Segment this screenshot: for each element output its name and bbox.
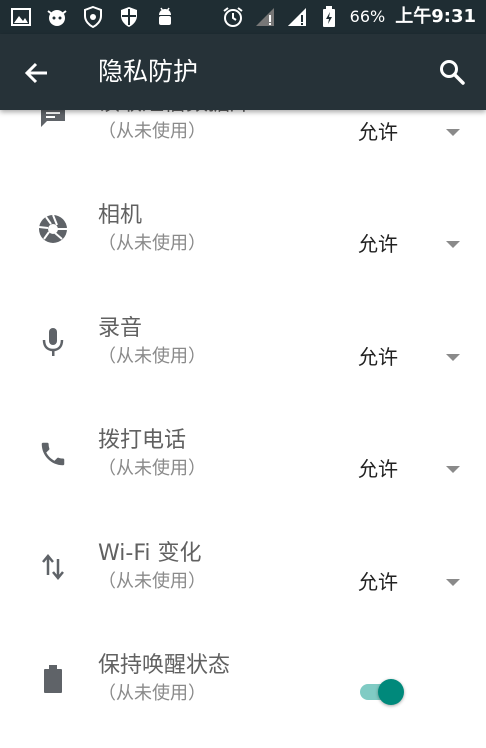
permission-dropdown[interactable]: 允许 [330, 337, 480, 377]
permission-dropdown[interactable]: 允许 [330, 112, 480, 152]
microphone-icon [38, 327, 68, 357]
list-item[interactable]: 拨打电话 （从未使用） 允许 [0, 411, 486, 523]
permission-value: 允许 [358, 570, 398, 594]
toggle-thumb [378, 679, 404, 705]
battery-icon [38, 664, 68, 694]
app-bar: 隐私防护 [0, 34, 486, 110]
permission-usage: （从未使用） [98, 121, 206, 142]
list-item[interactable]: 保持唤醒状态 （从未使用） [0, 636, 486, 748]
list-item[interactable]: 录音 （从未使用） 允许 [0, 299, 486, 411]
back-arrow-icon[interactable] [20, 56, 54, 90]
permission-dropdown[interactable]: 允许 [330, 224, 480, 264]
permission-usage: （从未使用） [98, 346, 206, 367]
permission-value: 允许 [358, 120, 398, 144]
dropdown-arrow-icon [446, 466, 460, 473]
permission-value: 允许 [358, 457, 398, 481]
permission-usage: （从未使用） [98, 233, 206, 254]
dropdown-arrow-icon [446, 579, 460, 586]
permission-dropdown[interactable]: 允许 [330, 562, 480, 602]
permission-dropdown[interactable]: 允许 [330, 449, 480, 489]
keep-awake-toggle[interactable] [356, 676, 410, 710]
permission-value: 允许 [358, 232, 398, 256]
list-item[interactable]: 相机 （从未使用） 允许 [0, 186, 486, 298]
permission-name: Wi-Fi 变化 [98, 541, 202, 566]
permission-usage: （从未使用） [98, 571, 206, 592]
permission-name: 保持唤醒状态 [98, 653, 231, 678]
permission-usage: （从未使用） [98, 458, 206, 479]
page-title: 隐私防护 [98, 57, 199, 86]
permission-name: 录音 [98, 316, 143, 341]
list-item[interactable]: Wi-Fi 变化 （从未使用） 允许 [0, 524, 486, 636]
dropdown-arrow-icon [446, 354, 460, 361]
permission-name: 相机 [98, 203, 143, 228]
permission-usage: （从未使用） [98, 683, 206, 704]
permission-value: 允许 [358, 345, 398, 369]
camera-icon [38, 214, 68, 244]
dropdown-arrow-icon [446, 129, 460, 136]
search-icon[interactable] [434, 54, 470, 90]
dropdown-arrow-icon [446, 241, 460, 248]
swap-vertical-icon [38, 552, 68, 582]
permission-list: 读取短信数据库 （从未使用） 允许 相机 （从未使用） 允许 录音 （从未使用）… [0, 0, 486, 734]
phone-icon [38, 439, 68, 469]
permission-name: 拨打电话 [98, 428, 187, 453]
